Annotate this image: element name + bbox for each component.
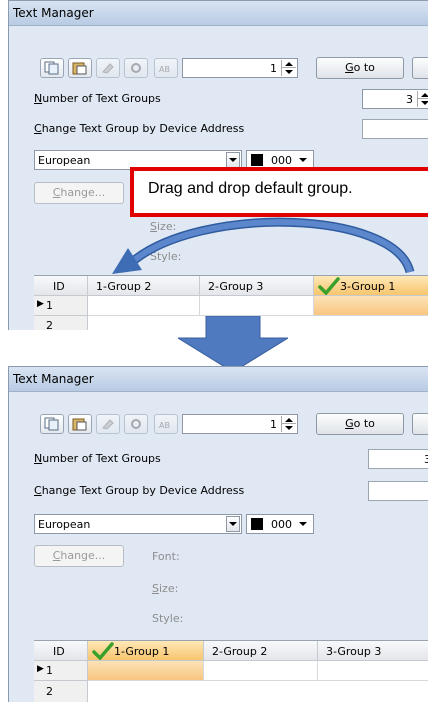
color-swatch (251, 518, 263, 530)
row-pointer-icon: ▶ (37, 664, 44, 674)
table-cell-selected[interactable] (88, 661, 204, 681)
title-bar: Text Manager (9, 367, 428, 392)
settings-button[interactable] (124, 414, 148, 434)
next-button[interactable] (412, 413, 428, 435)
language-dropdown-button[interactable] (226, 516, 240, 532)
col-header-id[interactable]: ID (34, 641, 88, 661)
change-by-device-label: Change Text Group by Device Address (34, 484, 245, 497)
color-select[interactable]: 000 (246, 514, 314, 534)
settings-icon (131, 419, 141, 429)
spin-down-button[interactable] (282, 424, 296, 432)
before-screenshot: Text Manager AB 1 Go to Number of Text G… (0, 0, 428, 330)
check-icon (92, 642, 114, 660)
goto-button[interactable]: Go to (316, 413, 404, 435)
col-header-group-default[interactable]: 1-Group 1 (88, 641, 204, 661)
clear-button[interactable] (96, 414, 120, 434)
row-header[interactable]: ▶ 1 (34, 661, 88, 681)
table-cell[interactable] (204, 661, 318, 681)
toggle-case-icon: AB (159, 421, 170, 430)
toggle-case-button[interactable]: AB (154, 414, 178, 434)
size-label: Size: (152, 582, 179, 595)
num-groups-field[interactable]: 3 (368, 449, 428, 469)
font-label: Font: (152, 550, 180, 563)
paste-button[interactable] (68, 414, 92, 434)
change-font-button[interactable]: Change... (34, 545, 124, 567)
paste-icon (72, 418, 87, 431)
style-label: Style: (152, 612, 184, 625)
table-cell[interactable] (318, 661, 428, 681)
text-groups-table: ID 1-Group 1 2-Group 2 3-Group 3 ▶ 1 2 (34, 640, 428, 702)
svg-text:AB: AB (159, 421, 170, 430)
drag-arrow-icon (112, 217, 415, 274)
window-title: Text Manager (13, 372, 94, 386)
text-id-spinner[interactable]: 1 (182, 414, 298, 434)
copy-button[interactable] (40, 414, 64, 434)
row-header[interactable]: 2 (34, 681, 88, 702)
device-address-field[interactable] (368, 481, 428, 501)
after-screenshot: Text Manager AB 1 Go to Number of Text G… (0, 362, 428, 702)
spin-up-button[interactable] (282, 416, 296, 424)
language-select[interactable]: European (34, 514, 242, 534)
num-groups-label: Number of Text Groups (34, 452, 161, 465)
col-header-group[interactable]: 2-Group 2 (204, 641, 318, 661)
copy-icon (44, 417, 59, 431)
clear-icon (102, 419, 114, 430)
col-header-group[interactable]: 3-Group 3 (318, 641, 428, 661)
